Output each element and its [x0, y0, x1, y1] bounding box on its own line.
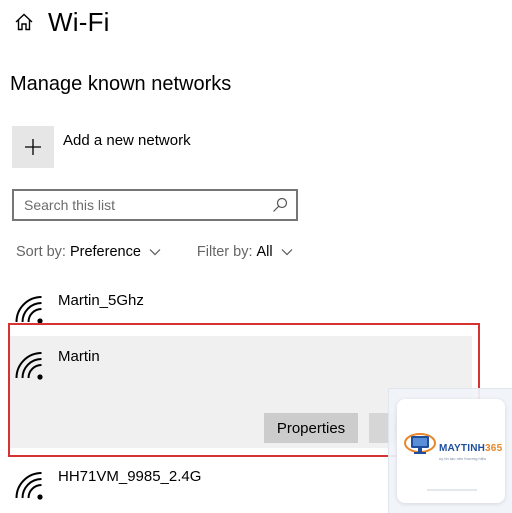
wifi-icon	[15, 352, 43, 380]
section-title: Manage known networks	[10, 73, 232, 95]
add-network-label: Add a new network	[63, 132, 191, 149]
watermark-card: MAYTINH365 uy tín tạo nên thương hiệu	[397, 399, 505, 503]
search-icon[interactable]	[272, 197, 288, 213]
network-item-martin-5ghz[interactable]: Martin_5Ghz	[14, 292, 144, 324]
properties-button[interactable]: Properties	[264, 413, 358, 443]
network-item-hh71vm[interactable]: HH71VM_9985_2.4G	[14, 468, 201, 500]
filter-value: All	[256, 244, 273, 260]
search-input[interactable]	[14, 196, 266, 214]
page-header: Wi-Fi	[14, 4, 110, 40]
watermark-brand: MAYTINH365	[439, 443, 503, 454]
network-name: HH71VM_9985_2.4G	[58, 468, 202, 485]
network-name: Martin	[58, 348, 100, 365]
watermark: MAYTINH365 uy tín tạo nên thương hiệu	[388, 388, 512, 513]
network-name: Martin_5Ghz	[58, 292, 144, 309]
home-icon[interactable]	[14, 12, 34, 32]
monitor-logo-icon	[404, 433, 436, 454]
chevron-down-icon	[149, 249, 161, 256]
watermark-divider	[427, 489, 477, 491]
sort-label: Sort by:	[16, 244, 66, 260]
wifi-icon	[15, 296, 43, 324]
sort-filter-bar: Sort by: Preference Filter by: All	[16, 244, 293, 260]
sort-dropdown[interactable]: Sort by: Preference	[16, 244, 161, 260]
network-item-martin-header[interactable]: Martin	[14, 348, 100, 380]
add-network-button[interactable]: Add a new network	[12, 126, 191, 168]
chevron-down-icon	[281, 249, 293, 256]
watermark-tagline: uy tín tạo nên thương hiệu	[439, 456, 487, 461]
filter-label: Filter by:	[196, 244, 253, 260]
wifi-icon	[15, 472, 43, 500]
sort-value: Preference	[69, 244, 141, 260]
add-network-tile[interactable]	[12, 126, 54, 168]
search-box[interactable]	[12, 189, 298, 221]
filter-dropdown[interactable]: Filter by: All	[197, 244, 293, 260]
plus-icon	[25, 139, 41, 155]
page-title: Wi-Fi	[48, 6, 110, 37]
